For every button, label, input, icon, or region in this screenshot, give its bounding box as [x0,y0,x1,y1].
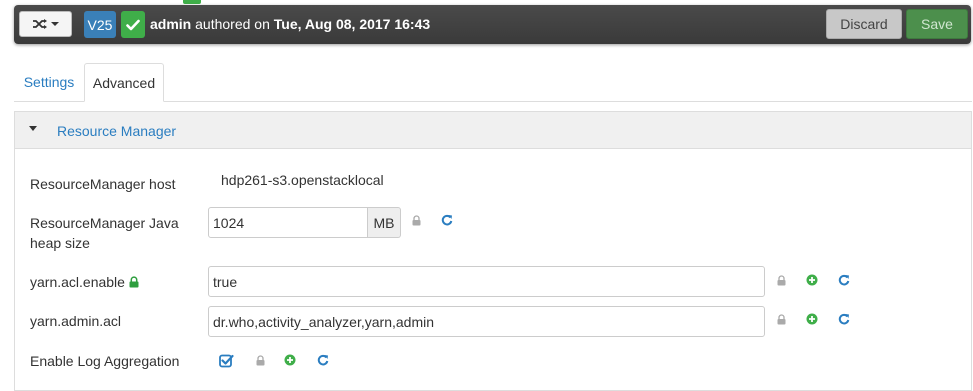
author-name: admin [150,16,192,32]
log-aggregation-label: Enable Log Aggregation [30,353,180,369]
checkbox-icon[interactable] [219,354,234,368]
authored-timestamp: Tue, Aug 08, 2017 16:43 [273,16,431,32]
panel-header[interactable]: Resource Manager [15,112,971,149]
lock-icon [777,275,786,286]
version-switch-button[interactable] [19,11,72,37]
lock-icon [412,215,421,226]
rm-heap-label-line1: ResourceManager Java [30,215,179,231]
plus-circle-icon[interactable] [284,354,296,366]
top-edge-indicator [183,0,201,4]
discard-button[interactable]: Discard [826,9,902,39]
resource-manager-panel: Resource Manager ResourceManager host hd… [14,111,972,391]
tab-settings[interactable]: Settings [14,63,84,101]
rm-heap-label: ResourceManager Java heap size [30,213,179,253]
acl-enable-label: yarn.acl.enable [30,272,139,292]
lock-icon [777,314,786,325]
admin-acl-label: yarn.admin.acl [30,313,122,329]
current-version-badge [121,11,145,38]
config-tabs: Settings Advanced [14,63,972,102]
version-bar: V25 admin authored on Tue, Aug 08, 2017 … [14,5,971,44]
acl-enable-label-text: yarn.acl.enable [30,274,125,290]
rm-host-label: ResourceManager host [30,176,176,192]
lock-icon [256,355,265,366]
rm-heap-label-line2: heap size [30,235,90,251]
rm-heap-unit: MB [368,207,401,238]
caret-down-icon[interactable] [29,126,37,131]
tab-advanced[interactable]: Advanced [84,63,164,102]
save-button[interactable]: Save [906,9,968,39]
lock-icon [129,276,139,288]
check-icon [126,19,140,30]
section-title[interactable]: Resource Manager [57,123,176,139]
admin-acl-input[interactable] [208,306,765,337]
refresh-icon[interactable] [838,313,850,325]
plus-circle-icon[interactable] [806,274,818,286]
refresh-icon[interactable] [838,274,850,286]
refresh-icon[interactable] [441,214,453,226]
rm-host-value: hdp261-s3.openstacklocal [221,172,384,188]
version-badge[interactable]: V25 [84,11,116,38]
plus-circle-icon[interactable] [806,313,818,325]
rm-heap-input[interactable] [208,207,368,238]
authored-info: admin authored on Tue, Aug 08, 2017 16:4… [150,16,430,32]
refresh-icon[interactable] [317,354,329,366]
authored-text: authored on [191,16,274,32]
shuffle-icon [33,19,47,29]
acl-enable-input[interactable] [208,266,765,297]
caret-down-icon [51,22,59,26]
